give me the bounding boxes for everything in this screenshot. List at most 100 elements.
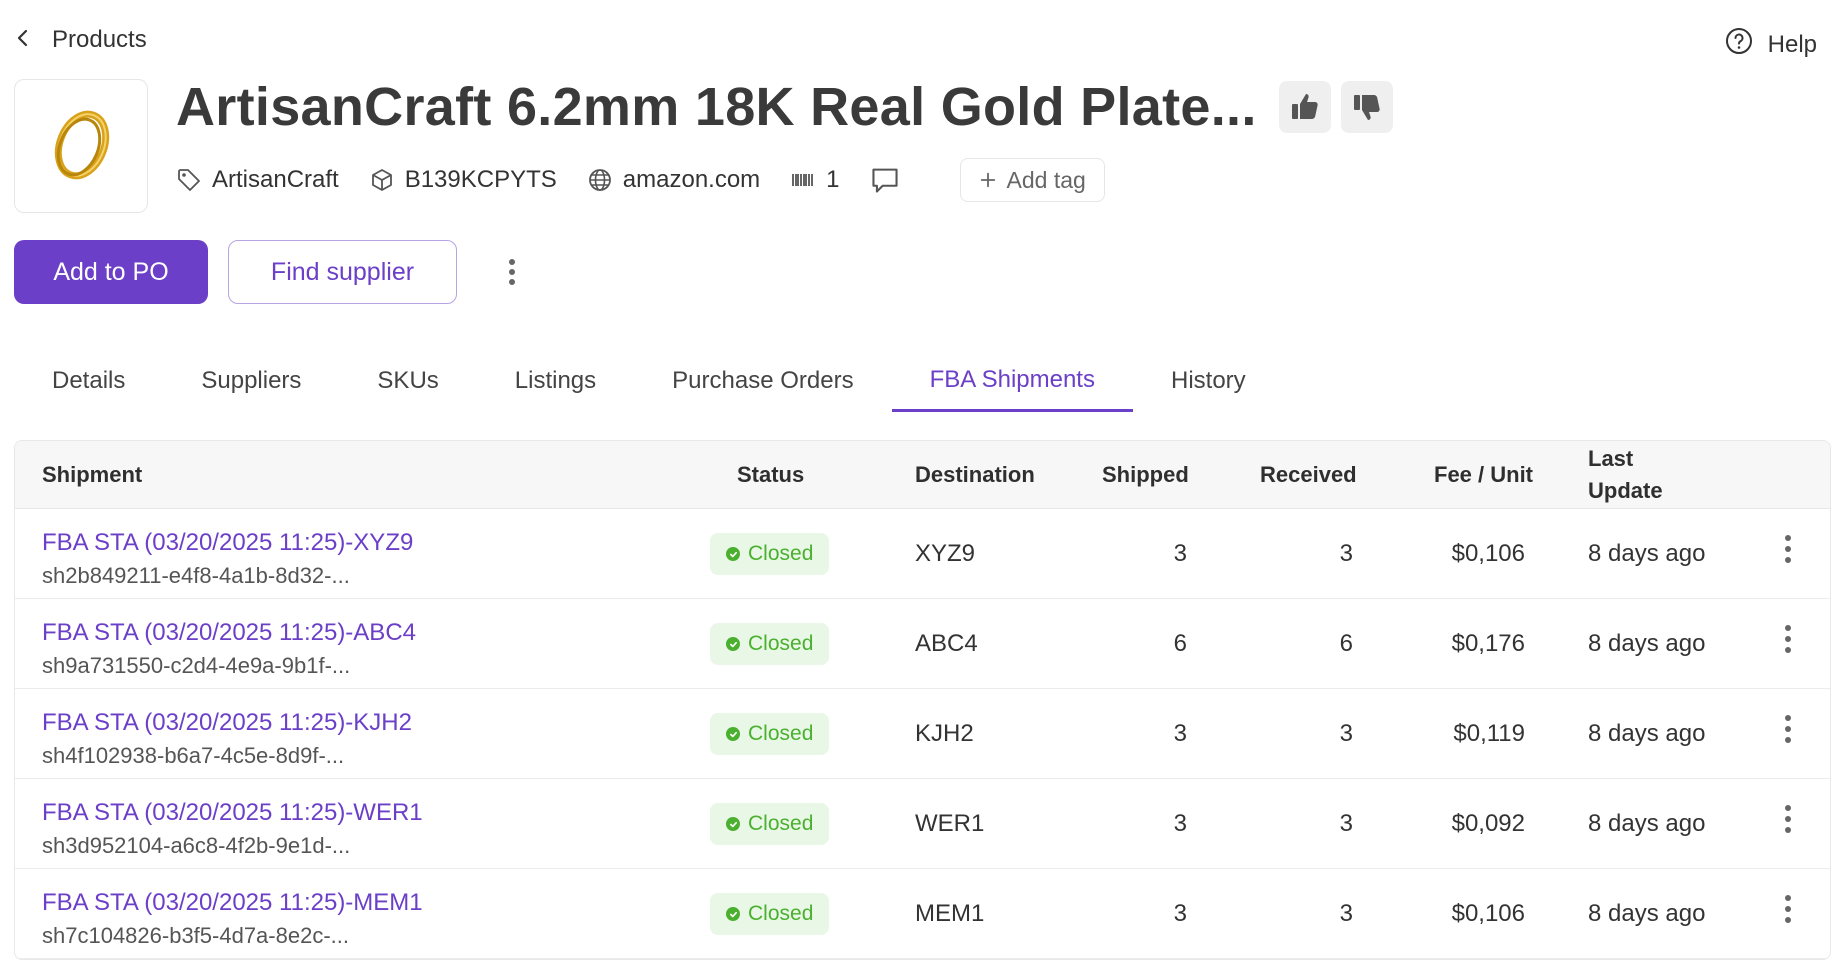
received-cell: 3 (1339, 540, 1353, 567)
thumbs-up-button[interactable] (1278, 81, 1331, 133)
back-label: Products (52, 26, 147, 53)
header-last-update-line1: Last (1588, 446, 1634, 471)
shipped-cell: 6 (1173, 630, 1187, 657)
shipment-id: sh4f102938-b6a7-4c5e-8d9f-... (42, 743, 345, 768)
more-vertical-icon (509, 259, 515, 285)
brand-meta[interactable]: ArtisanCraft (176, 166, 339, 194)
help-circle-icon (1724, 26, 1754, 63)
table-row[interactable]: FBA STA (03/20/2025 11:25)-WER1 sh3d9521… (15, 779, 1830, 869)
fee-unit-cell: $0,106 (1451, 900, 1525, 927)
status-badge: Closed (710, 713, 830, 755)
last-update-cell: 8 days ago (1588, 720, 1706, 747)
marketplace-value: amazon.com (622, 166, 761, 193)
status-label: Closed (748, 632, 814, 655)
asin-meta[interactable]: B139KCPYTS (369, 166, 557, 194)
add-to-po-button[interactable]: Add to PO (14, 240, 208, 304)
status-cell: Closed (710, 599, 830, 689)
more-actions-button[interactable] (497, 252, 527, 292)
shipment-link[interactable]: FBA STA (03/20/2025 11:25)-KJH2 (42, 709, 412, 737)
tab-suppliers[interactable]: Suppliers (163, 350, 339, 412)
row-more-button[interactable] (1776, 531, 1800, 567)
received-cell: 6 (1339, 630, 1353, 657)
tab-details[interactable]: Details (14, 350, 163, 412)
check-icon (726, 817, 740, 831)
shipped-cell: 3 (1173, 540, 1187, 567)
header-shipped[interactable]: Shipped (1102, 441, 1189, 509)
thumbs-down-icon (1353, 95, 1380, 120)
check-icon (726, 637, 740, 651)
comment-button[interactable] (870, 165, 900, 195)
header-received[interactable]: Received (1260, 441, 1357, 509)
more-vertical-icon (1785, 805, 1791, 833)
shipment-link[interactable]: FBA STA (03/20/2025 11:25)-WER1 (42, 799, 423, 827)
tab-fba-shipments[interactable]: FBA Shipments (891, 350, 1133, 412)
destination-cell: KJH2 (915, 720, 974, 747)
last-update-cell: 8 days ago (1588, 540, 1706, 567)
help-label: Help (1767, 30, 1817, 58)
table-row[interactable]: FBA STA (03/20/2025 11:25)-ABC4 sh9a7315… (15, 599, 1830, 689)
status-cell: Closed (710, 869, 830, 959)
header-destination[interactable]: Destination (915, 441, 1035, 509)
plus-icon (980, 172, 995, 188)
help-link[interactable]: Help (1724, 26, 1817, 63)
header-last-update-line2: Update (1588, 478, 1663, 503)
shipment-id: sh9a731550-c2d4-4e9a-9b1f-... (42, 653, 351, 678)
shipment-link[interactable]: FBA STA (03/20/2025 11:25)-MEM1 (42, 889, 423, 917)
tag-icon (178, 169, 200, 191)
barcode-meta[interactable]: 1 (790, 166, 840, 194)
top-bar: Products Help (0, 0, 1831, 84)
row-more-button[interactable] (1776, 801, 1800, 837)
product-tabs: Details Suppliers SKUs Listings Purchase… (14, 350, 1831, 412)
tab-history[interactable]: History (1133, 350, 1284, 412)
shipment-cell: FBA STA (03/20/2025 11:25)-WER1 sh3d9521… (42, 799, 423, 859)
table-row[interactable]: FBA STA (03/20/2025 11:25)-XYZ9 sh2b8492… (15, 509, 1830, 599)
product-title: ArtisanCraft 6.2mm 18K Real Gold Plate..… (176, 77, 1257, 137)
last-update-cell: 8 days ago (1588, 900, 1706, 927)
last-update-cell: 8 days ago (1588, 630, 1706, 657)
shipment-link[interactable]: FBA STA (03/20/2025 11:25)-XYZ9 (42, 529, 413, 557)
shipment-id: sh3d952104-a6c8-4f2b-9e1d-... (42, 833, 351, 858)
header-status[interactable]: Status (737, 441, 804, 509)
header-fee-unit[interactable]: Fee / Unit (1434, 441, 1533, 509)
tab-skus[interactable]: SKUs (339, 350, 476, 412)
thumbs-down-button[interactable] (1340, 81, 1393, 133)
find-supplier-button[interactable]: Find supplier (228, 240, 457, 304)
asin-value: B139KCPYTS (404, 166, 557, 193)
brand-name: ArtisanCraft (212, 166, 339, 193)
header-shipment[interactable]: Shipment (42, 441, 142, 509)
back-to-products-link[interactable]: Products (14, 26, 147, 54)
shipment-id: sh2b849211-e4f8-4a1b-8d32-... (42, 563, 350, 588)
product-image[interactable] (14, 79, 148, 213)
shipment-id: sh7c104826-b3f5-4d7a-8e2c-... (42, 923, 349, 948)
row-more-button[interactable] (1776, 711, 1800, 747)
status-label: Closed (748, 542, 814, 565)
status-badge: Closed (710, 893, 830, 935)
status-cell: Closed (710, 779, 830, 869)
row-more-button[interactable] (1776, 891, 1800, 927)
fee-unit-cell: $0,092 (1451, 810, 1525, 837)
destination-cell: WER1 (915, 810, 985, 837)
status-badge: Closed (710, 803, 830, 845)
header-last-update[interactable]: Last Update (1588, 441, 1663, 509)
vote-buttons (1278, 81, 1393, 133)
status-label: Closed (748, 722, 814, 745)
shipped-cell: 3 (1173, 900, 1187, 927)
add-tag-button[interactable]: Add tag (959, 158, 1105, 202)
product-header: ArtisanCraft 6.2mm 18K Real Gold Plate..… (176, 76, 1393, 138)
tab-listings[interactable]: Listings (477, 350, 634, 412)
tab-purchase-orders[interactable]: Purchase Orders (634, 350, 891, 412)
marketplace-meta[interactable]: amazon.com (587, 166, 760, 194)
more-vertical-icon (1785, 895, 1791, 923)
row-more-button[interactable] (1776, 621, 1800, 657)
table-row[interactable]: FBA STA (03/20/2025 11:25)-KJH2 sh4f1029… (15, 689, 1830, 779)
shipment-cell: FBA STA (03/20/2025 11:25)-ABC4 sh9a7315… (42, 619, 416, 679)
product-meta: ArtisanCraft B139KCPYTS amazon.com 1 Add… (176, 158, 1105, 202)
more-vertical-icon (1785, 625, 1791, 653)
shipped-cell: 3 (1173, 810, 1187, 837)
globe-icon (588, 169, 611, 191)
status-label: Closed (748, 812, 814, 835)
destination-cell: MEM1 (915, 900, 985, 927)
table-row[interactable]: FBA STA (03/20/2025 11:25)-MEM1 sh7c1048… (15, 869, 1830, 959)
status-badge: Closed (710, 533, 830, 575)
shipment-link[interactable]: FBA STA (03/20/2025 11:25)-ABC4 (42, 619, 416, 647)
